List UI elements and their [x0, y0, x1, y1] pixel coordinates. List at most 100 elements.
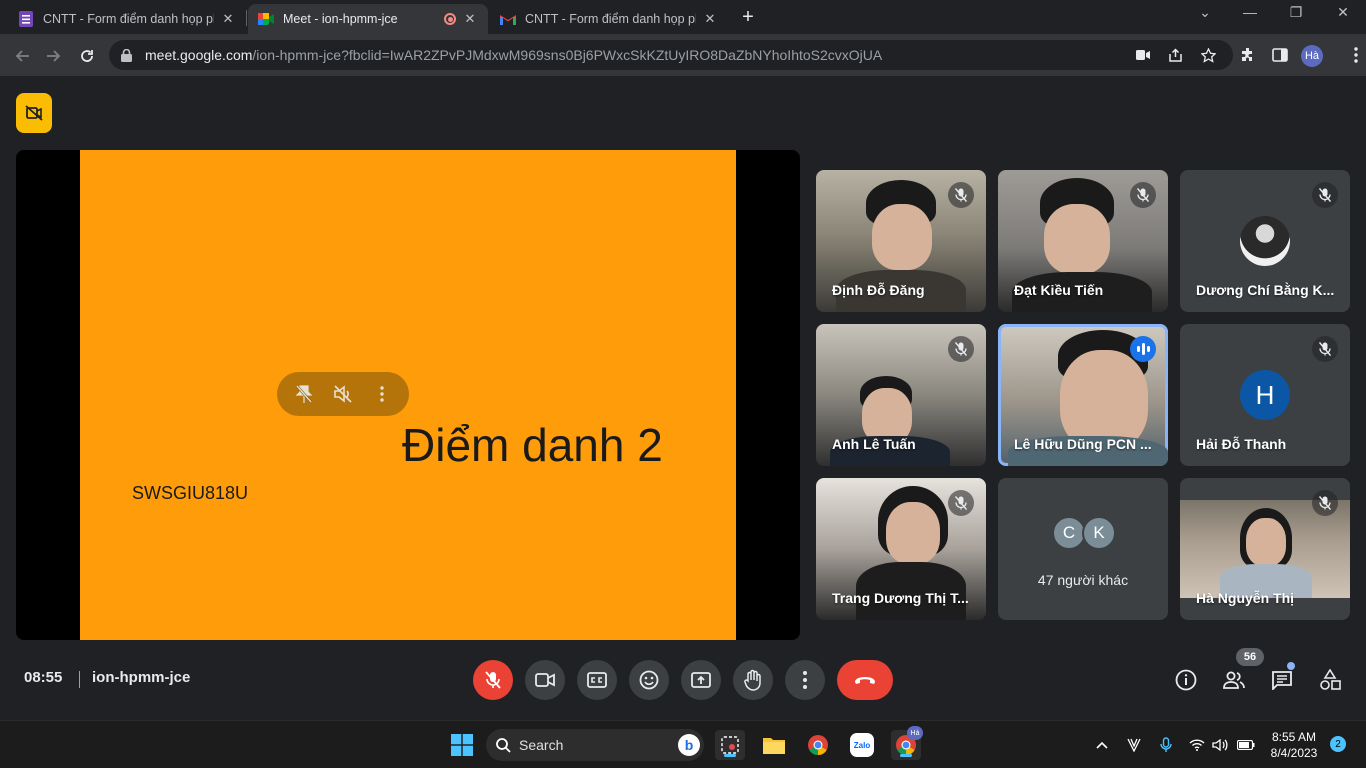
extensions-icon[interactable] [1237, 44, 1259, 66]
battery-icon[interactable] [1236, 735, 1256, 755]
raise-hand-button[interactable] [733, 660, 773, 700]
participant-tile[interactable]: Trang Dương Thị T... [816, 478, 986, 620]
speaking-indicator-icon [1130, 336, 1156, 362]
mic-off-icon [1312, 490, 1338, 516]
address-bar[interactable]: meet.google.com/ion-hpmm-jce?fbclid=IwAR… [109, 40, 1233, 70]
present-now-button[interactable] [681, 660, 721, 700]
activities-button[interactable] [1317, 667, 1343, 693]
avatar: C [1052, 516, 1086, 550]
video-off-icon [25, 105, 43, 121]
bookmark-star-icon[interactable] [1199, 46, 1217, 64]
file-explorer-icon[interactable] [759, 730, 789, 760]
unpin-icon[interactable] [290, 380, 318, 408]
url-path: /ion-hpmm-jce?fbclid=IwAR2ZPvPJMdxwM969s… [252, 47, 883, 63]
participant-name: Định Đỗ Đăng [832, 282, 925, 298]
google-forms-icon [18, 11, 34, 27]
volume-icon[interactable] [1210, 735, 1230, 755]
system-date: 8/4/2023 [1270, 746, 1318, 760]
chrome-icon[interactable] [803, 730, 833, 760]
people-icon [1223, 671, 1245, 689]
more-vert-icon [803, 671, 807, 689]
avatar: H [1240, 370, 1290, 420]
close-window-button[interactable]: ✕ [1329, 4, 1357, 21]
google-meet-icon [258, 11, 274, 27]
gmail-icon [500, 11, 516, 27]
system-clock[interactable]: 8:55 AM 8/4/2023 [1268, 729, 1320, 761]
tab-form-1[interactable]: CNTT - Form điểm danh họp phụ ✕ [8, 4, 246, 34]
mic-off-icon [1312, 336, 1338, 362]
camera-in-use-icon[interactable] [1134, 46, 1152, 64]
microphone-icon[interactable] [1156, 735, 1176, 755]
self-view-hidden-button[interactable] [16, 93, 52, 133]
leave-call-button[interactable] [837, 660, 893, 700]
chat-button[interactable] [1269, 667, 1295, 693]
participant-name: Trang Dương Thị T... [832, 590, 969, 606]
slide-code: SWSGIU818U [132, 483, 249, 503]
back-icon[interactable] [10, 44, 34, 68]
participant-tile-active-speaker[interactable]: Lê Hữu Dũng PCN ... [998, 324, 1168, 466]
unread-dot [1287, 662, 1295, 670]
reload-icon[interactable] [75, 44, 99, 68]
others-avatars: C K [1052, 516, 1116, 550]
wifi-icon[interactable] [1187, 735, 1207, 755]
forward-icon[interactable] [42, 44, 66, 68]
mic-toggle-button[interactable] [473, 660, 513, 700]
close-tab-icon[interactable]: ✕ [462, 11, 478, 27]
tile-overlay-controls [277, 372, 409, 416]
participant-tile[interactable]: Anh Lê Tuấn [816, 324, 986, 466]
slide-title: Điểm danh 2 [402, 419, 663, 471]
reactions-button[interactable] [629, 660, 669, 700]
more-options-icon[interactable] [368, 380, 396, 408]
notification-badge[interactable]: 2 [1330, 736, 1346, 752]
restore-button[interactable]: ❐ [1282, 4, 1310, 21]
windows-taskbar: Search b Zalo Hà 8:55 AM 8/4/2023 2 [0, 720, 1366, 768]
tab-form-2[interactable]: CNTT - Form điểm danh họp phụ ✕ [490, 4, 728, 34]
participant-name: Anh Lê Tuấn [832, 436, 916, 452]
snipping-tool-icon[interactable] [715, 730, 745, 760]
close-tab-icon[interactable]: ✕ [220, 11, 236, 27]
taskbar-search[interactable]: Search b [486, 729, 704, 761]
mic-off-icon [948, 182, 974, 208]
others-count-label: 47 người khác [1037, 572, 1129, 588]
meeting-details-button[interactable] [1173, 667, 1199, 693]
zalo-icon[interactable]: Zalo [847, 730, 877, 760]
participant-tile[interactable]: H Hải Đỗ Thanh [1180, 324, 1350, 466]
call-end-icon [855, 677, 875, 684]
participant-tile[interactable]: Dương Chí Bằng K... [1180, 170, 1350, 312]
hand-icon [744, 669, 761, 691]
participant-tile[interactable]: Hà Nguyễn Thị [1180, 478, 1350, 620]
participant-tile[interactable]: Định Đỗ Đăng [816, 170, 986, 312]
vpn-icon[interactable] [1124, 735, 1144, 755]
lock-icon [121, 48, 135, 62]
tab-meet[interactable]: Meet - ion-hpmm-jce ✕ [248, 4, 488, 34]
participant-tile[interactable]: Đạt Kiều Tiến [998, 170, 1168, 312]
chrome-menu-icon[interactable] [1345, 44, 1366, 66]
others-tile[interactable]: C K 47 người khác [998, 478, 1168, 620]
meet-stage: Điểm danh 2 SWSGIU818U Định Đỗ Đăng Đạt … [0, 77, 1366, 720]
closed-captions-icon [587, 672, 607, 688]
show-hidden-icons-icon[interactable] [1092, 735, 1112, 755]
search-label: Search [519, 737, 564, 753]
camera-toggle-button[interactable] [525, 660, 565, 700]
tab-search-icon[interactable]: ⌄ [1191, 4, 1219, 21]
share-icon[interactable] [1166, 46, 1184, 64]
captions-button[interactable] [577, 660, 617, 700]
profile-avatar[interactable]: Hà [1301, 45, 1323, 67]
new-tab-button[interactable]: + [737, 7, 759, 29]
browser-toolbar: meet.google.com/ion-hpmm-jce?fbclid=IwAR… [0, 34, 1366, 77]
meeting-code: ion-hpmm-jce [92, 669, 191, 686]
presentation-tile[interactable]: Điểm danh 2 SWSGIU818U [16, 150, 800, 640]
windows-start-icon[interactable] [447, 730, 477, 760]
people-button[interactable] [1221, 667, 1247, 693]
minimize-button[interactable]: — [1236, 4, 1264, 20]
bing-icon: b [678, 734, 700, 756]
side-panel-icon[interactable] [1269, 44, 1291, 66]
volume-off-icon[interactable] [329, 380, 357, 408]
participant-count-badge: 56 [1236, 648, 1264, 666]
more-options-button[interactable] [785, 660, 825, 700]
meeting-time: 08:55 [24, 669, 63, 686]
close-tab-icon[interactable]: ✕ [702, 11, 718, 27]
avatar: K [1082, 516, 1116, 550]
chrome-profile-icon[interactable]: Hà [891, 726, 923, 760]
tab-title: CNTT - Form điểm danh họp phụ [43, 12, 214, 26]
